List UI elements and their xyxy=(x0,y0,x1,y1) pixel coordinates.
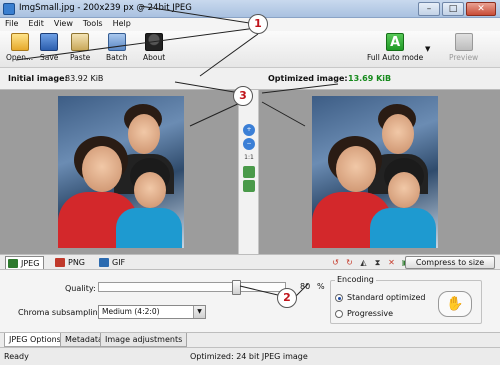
menu-file[interactable]: File xyxy=(0,18,23,31)
person-icon xyxy=(145,33,164,51)
radio-progressive[interactable]: Progressive xyxy=(335,309,393,318)
full-auto-label: Full Auto mode xyxy=(367,53,424,62)
minimize-button[interactable]: – xyxy=(418,2,440,16)
tab-jpeg-label: JPEG xyxy=(21,259,40,268)
chroma-subsampling-select[interactable]: Medium (4:2:0) ▼ xyxy=(98,305,206,319)
about-label: About xyxy=(143,53,166,62)
tab-png[interactable]: PNG xyxy=(53,256,89,269)
menu-help[interactable]: Help xyxy=(108,18,136,31)
callout-2: 2 xyxy=(277,288,297,308)
open-label: Open... xyxy=(6,53,34,62)
zoom-in-icon[interactable]: + xyxy=(243,124,255,136)
encoding-label: Encoding xyxy=(335,275,376,284)
swap-icon[interactable] xyxy=(243,180,255,192)
about-button[interactable]: About xyxy=(143,33,165,62)
batch-button[interactable]: Batch xyxy=(106,33,128,62)
tab-jpeg-options[interactable]: JPEG Options xyxy=(4,333,66,347)
quality-label: Quality: xyxy=(65,284,96,293)
initial-photo xyxy=(58,96,184,248)
view-tools-strip: + − 1:1 xyxy=(238,90,259,254)
rotate-right-icon[interactable]: ↻ xyxy=(344,257,355,268)
gif-icon xyxy=(99,258,109,267)
preview-icon xyxy=(454,33,473,51)
maximize-button[interactable]: □ xyxy=(442,2,464,16)
preview-button[interactable]: Preview xyxy=(449,33,478,62)
radio-standard-optimized[interactable]: Standard optimized xyxy=(335,293,425,302)
hand-icon[interactable]: ✋ xyxy=(438,291,472,317)
menu-view[interactable]: View xyxy=(49,18,78,31)
jpeg-icon xyxy=(8,259,18,268)
progressive-label: Progressive xyxy=(347,309,394,318)
toolbar: Open... Save Paste Batch About A Full Au… xyxy=(0,31,500,68)
png-icon xyxy=(55,258,65,267)
format-tabs-bar: JPEG PNG GIF ↺ ↻ ◭ ⧗ ✕ ▣ Compress to siz… xyxy=(0,254,500,270)
standard-optimized-label: Standard optimized xyxy=(347,293,426,302)
compress-label: Compress to size xyxy=(415,258,485,267)
save-label: Save xyxy=(40,53,59,62)
tab-jpeg[interactable]: JPEG xyxy=(5,256,45,269)
callout-3: 3 xyxy=(233,86,253,106)
optimized-image-size: 13.69 KiB xyxy=(348,74,392,83)
paste-label: Paste xyxy=(70,53,91,62)
quality-slider[interactable] xyxy=(98,280,286,295)
save-button[interactable]: Save xyxy=(40,33,58,62)
optimized-photo xyxy=(312,96,438,248)
radio-dot xyxy=(335,309,343,318)
chevron-down-icon: ▼ xyxy=(193,306,205,318)
app-icon xyxy=(3,3,15,15)
fit-icon[interactable] xyxy=(243,166,255,178)
tab-png-label: PNG xyxy=(68,258,86,267)
auto-a-icon: A xyxy=(386,33,405,51)
flip-vertical-icon[interactable]: ⧗ xyxy=(372,257,383,268)
image-transform-tools: ↺ ↻ ◭ ⧗ ✕ ▣ xyxy=(330,257,411,268)
menu-tools[interactable]: Tools xyxy=(78,18,108,31)
window-controls: – □ ✕ xyxy=(418,2,496,16)
open-button[interactable]: Open... xyxy=(6,33,33,62)
zoom-out-icon[interactable]: − xyxy=(243,138,255,150)
batch-label: Batch xyxy=(106,53,128,62)
image-info-bar: Initial image: 83.92 KiB Optimized image… xyxy=(0,68,500,90)
initial-image-viewer[interactable] xyxy=(0,90,238,254)
floppy-icon xyxy=(40,33,59,51)
title-bar: ImgSmall.jpg - 200x239 px @ 24bit JPEG –… xyxy=(0,0,500,18)
options-tabs: JPEG Options Metadata Image adjustments xyxy=(0,332,500,347)
crop-icon[interactable]: ✕ xyxy=(386,257,397,268)
quality-value[interactable]: 80 xyxy=(300,282,310,291)
quality-slider-thumb[interactable] xyxy=(231,280,241,295)
status-bar: Ready Optimized: 24 bit JPEG image xyxy=(0,347,500,365)
rotate-left-icon[interactable]: ↺ xyxy=(330,257,341,268)
flip-horizontal-icon[interactable]: ◭ xyxy=(358,257,369,268)
optimized-image-viewer[interactable] xyxy=(259,90,500,254)
tab-image-adjustments[interactable]: Image adjustments xyxy=(100,333,188,347)
batch-icon xyxy=(107,33,126,51)
initial-image-size: 83.92 KiB xyxy=(65,74,104,83)
preview-label: Preview xyxy=(449,53,479,62)
full-auto-dropdown[interactable]: ▼ xyxy=(425,45,430,53)
optimized-image-label: Optimized image: xyxy=(268,74,348,83)
paste-button[interactable]: Paste xyxy=(70,33,90,62)
compress-to-size-button[interactable]: Compress to size xyxy=(405,256,495,269)
status-message: Optimized: 24 bit JPEG image xyxy=(190,352,308,361)
initial-image-label: Initial image: xyxy=(8,74,68,83)
actual-size-button[interactable]: 1:1 xyxy=(243,152,255,164)
tab-gif-label: GIF xyxy=(112,258,126,267)
full-auto-button[interactable]: A Full Auto mode xyxy=(367,33,423,62)
tab-gif[interactable]: GIF xyxy=(97,256,129,269)
radio-dot-selected xyxy=(335,293,343,302)
callout-1: 1 xyxy=(248,14,268,34)
close-button[interactable]: ✕ xyxy=(466,2,496,16)
menu-edit[interactable]: Edit xyxy=(23,18,49,31)
status-ready: Ready xyxy=(4,352,29,361)
chroma-subsampling-label: Chroma subsampling: xyxy=(18,308,106,317)
quality-unit: % xyxy=(317,282,325,291)
clipboard-icon xyxy=(71,33,90,51)
jpeg-options-panel: Quality: 80 % Chroma subsampling: Medium… xyxy=(0,270,500,332)
window-title: ImgSmall.jpg - 200x239 px @ 24bit JPEG xyxy=(19,3,192,13)
chevron-down-icon: ▼ xyxy=(425,45,431,53)
chroma-subsampling-value: Medium (4:2:0) xyxy=(102,307,160,316)
folder-icon xyxy=(10,33,29,51)
